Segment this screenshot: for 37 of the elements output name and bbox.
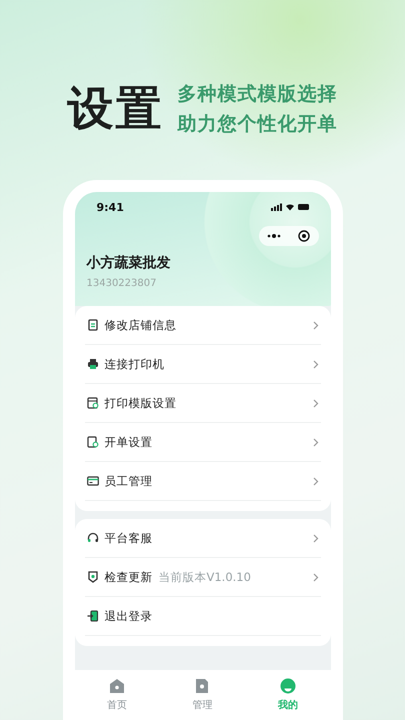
- exit-icon: [86, 610, 98, 622]
- settings-row[interactable]: 开单设置: [84, 423, 320, 462]
- settings-label: 修改店铺信息: [104, 318, 176, 332]
- version-note: 当前版本V1.0.10: [158, 570, 251, 584]
- status-time: 9:41: [96, 200, 124, 214]
- settings-label: 打印模版设置: [104, 396, 176, 410]
- more-icon[interactable]: [267, 234, 281, 238]
- home-icon: [109, 678, 126, 694]
- settings-label: 检查更新: [104, 570, 152, 584]
- capsule-menu[interactable]: [258, 226, 318, 246]
- phone-number: 13430223807: [86, 278, 158, 289]
- settings-row[interactable]: 修改店铺信息: [84, 306, 320, 345]
- user-icon: [280, 678, 296, 694]
- headline-tagline: 助力您个性化开单: [178, 112, 338, 137]
- headline-tagline: 多种模式模版选择: [178, 82, 338, 107]
- close-target-icon[interactable]: [298, 230, 310, 242]
- settings-label: 员工管理: [104, 474, 152, 488]
- settings-label: 连接打印机: [104, 356, 164, 372]
- document-icon: [86, 319, 98, 331]
- id-card-icon: [86, 475, 98, 487]
- settings-row[interactable]: 平台客服: [84, 519, 320, 558]
- settings-row[interactable]: 退出登录: [84, 597, 320, 636]
- headset-icon: [86, 532, 98, 544]
- settings-label: 平台客服: [104, 530, 152, 546]
- status-icons: [270, 203, 308, 211]
- template-icon: [86, 397, 98, 409]
- printer-icon: [86, 358, 98, 370]
- settings-label: 退出登录: [104, 608, 152, 624]
- settings-row[interactable]: 连接打印机: [84, 345, 320, 384]
- settings-label: 开单设置: [104, 434, 152, 450]
- headline-title: 设置: [68, 80, 164, 137]
- settings-row[interactable]: 员工管理: [84, 462, 320, 501]
- shield-icon: [86, 571, 98, 583]
- settings-row[interactable]: 打印模版设置: [84, 384, 320, 423]
- form-gear-icon: [86, 436, 98, 448]
- store-name: 小方蔬菜批发: [86, 254, 172, 272]
- settings-row[interactable]: 检查更新 当前版本V1.0.10: [84, 558, 320, 597]
